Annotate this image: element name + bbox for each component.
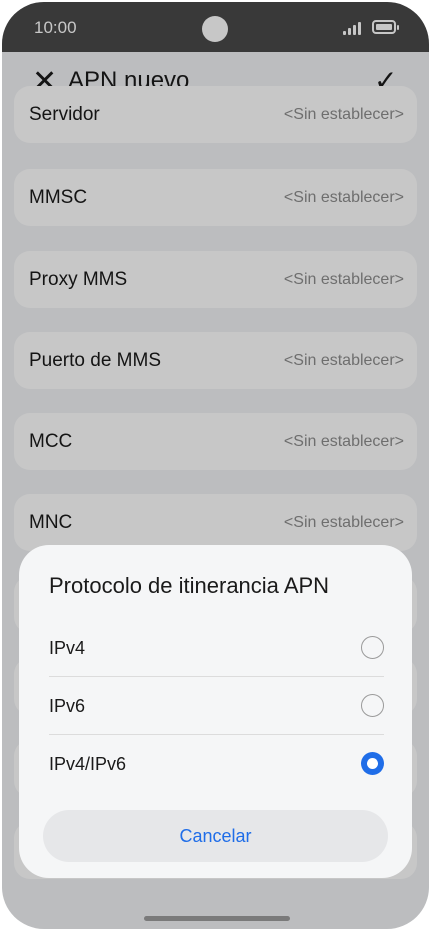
radio-button-selected[interactable] <box>361 752 384 775</box>
option-ipv4[interactable]: IPv4 <box>49 618 384 676</box>
phone-frame: 10:00 ✕ APN nuevo ✓ Servidor <Sin establ… <box>0 0 431 931</box>
option-label: IPv4/IPv6 <box>49 754 127 774</box>
option-ipv6[interactable]: IPv6 <box>49 676 384 734</box>
home-indicator[interactable] <box>144 916 290 921</box>
dialog-title: Protocolo de itinerancia APN <box>49 573 330 598</box>
option-ipv4-ipv6[interactable]: IPv4/IPv6 <box>49 734 384 792</box>
radio-button[interactable] <box>361 694 384 717</box>
option-label: IPv6 <box>49 696 86 716</box>
radio-button[interactable] <box>361 636 384 659</box>
cancel-button[interactable]: Cancelar <box>43 810 388 862</box>
option-label: IPv4 <box>49 638 86 658</box>
screen: 10:00 ✕ APN nuevo ✓ Servidor <Sin establ… <box>2 2 429 929</box>
protocol-dialog: Protocolo de itinerancia APN IPv4 IPv6 I… <box>19 545 412 878</box>
